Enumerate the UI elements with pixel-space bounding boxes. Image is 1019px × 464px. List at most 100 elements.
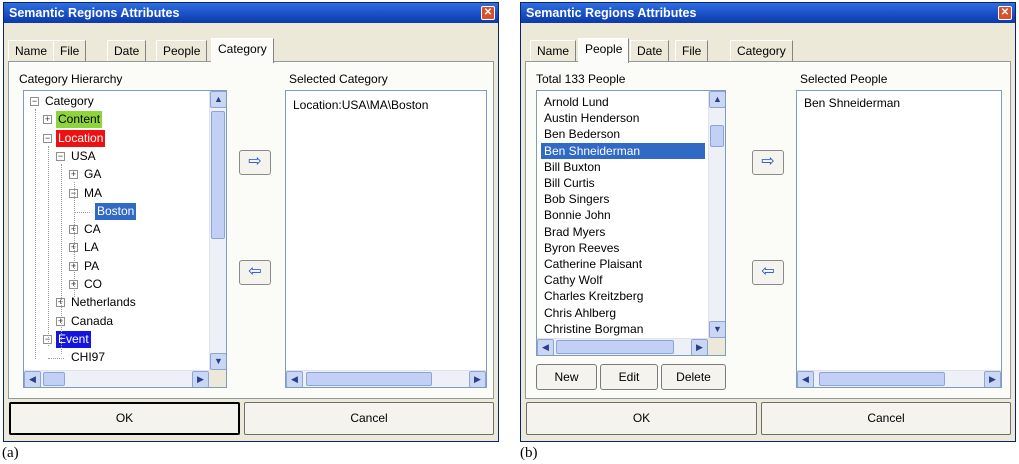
scroll-left-icon[interactable]: ◀ [24, 371, 41, 387]
scroll-left-icon[interactable]: ◀ [797, 371, 814, 387]
expand-icon[interactable]: + [69, 170, 78, 180]
scroll-right-icon[interactable]: ▶ [691, 339, 708, 355]
ok-button[interactable]: OK [9, 402, 240, 435]
tree-node[interactable]: − Event [24, 330, 209, 348]
person-list-item[interactable]: Chris Ahlberg [541, 305, 619, 321]
remove-category-button[interactable]: ⇦ [239, 260, 271, 285]
tab-people[interactable]: People [156, 40, 208, 62]
tab-name[interactable]: Name [530, 40, 577, 62]
tree-horizontal-scrollbar[interactable]: ◀ ▶ [24, 370, 209, 387]
people-vertical-scrollbar[interactable]: ▲ ▼ [708, 91, 725, 338]
tab-name[interactable]: Name [8, 40, 55, 62]
scroll-thumb[interactable] [43, 372, 65, 386]
person-list-item[interactable]: Ben Shneiderman [541, 142, 705, 159]
people-dialog: Semantic Regions Attributes ✕ Name Peopl… [520, 2, 1016, 442]
tab-people[interactable]: People [578, 38, 630, 63]
scroll-left-icon[interactable]: ◀ [537, 339, 554, 355]
ok-button[interactable]: OK [526, 402, 757, 435]
tree-vertical-scrollbar[interactable]: ▲ ▼ [209, 91, 226, 370]
people-horizontal-scrollbar[interactable]: ◀ ▶ [537, 338, 708, 355]
tab-file[interactable]: File [53, 40, 87, 62]
person-list-item[interactable]: Cathy Wolf [541, 272, 605, 288]
collapse-icon[interactable]: − [30, 97, 39, 106]
person-list-item[interactable]: Christine Borgman [541, 321, 646, 337]
person-list-item[interactable]: Brad Myers [541, 224, 608, 240]
tree-node[interactable]: + Netherlands [24, 294, 209, 311]
tree-node[interactable]: − MA [24, 185, 209, 202]
remove-person-button[interactable]: ⇦ [752, 260, 784, 285]
tab-date[interactable]: Date [630, 40, 670, 62]
selected-people-list[interactable]: Ben Shneiderman ◀ ▶ [796, 90, 1002, 388]
scroll-up-icon[interactable]: ▲ [709, 91, 725, 108]
tab-date[interactable]: Date [107, 40, 147, 62]
cancel-button[interactable]: Cancel [244, 402, 494, 435]
tree-node[interactable]: + GA [24, 166, 209, 183]
person-list-item[interactable]: Bill Buxton [541, 159, 604, 175]
scroll-thumb[interactable] [710, 125, 724, 147]
scroll-left-icon[interactable]: ◀ [286, 371, 303, 387]
tab-file[interactable]: File [675, 40, 709, 62]
tree-node[interactable]: + Content [24, 111, 209, 129]
tree-node-label: Boston [95, 202, 137, 220]
tree-node-label: Category [45, 94, 94, 108]
new-person-button[interactable]: New [536, 364, 597, 390]
selected-category-list[interactable]: Location:USA\MA\Boston ◀ ▶ [285, 90, 487, 388]
tree-node[interactable]: Boston [24, 202, 209, 220]
list-item[interactable]: Ben Shneiderman [801, 95, 903, 111]
person-list-item[interactable]: Catherine Plaisant [541, 256, 645, 272]
tree-node-label: CO [84, 277, 102, 291]
tree-node[interactable]: + CA [24, 221, 209, 238]
collapse-icon[interactable]: − [43, 133, 52, 143]
edit-person-button[interactable]: Edit [600, 364, 658, 390]
person-list-item[interactable]: Bonnie John [541, 207, 614, 223]
tree-connector [48, 358, 64, 360]
selected-horizontal-scrollbar[interactable]: ◀ ▶ [797, 370, 1001, 387]
tree-node[interactable]: − Location [24, 129, 209, 147]
dialog-title: Semantic Regions Attributes [9, 6, 180, 20]
person-list-item[interactable]: Ben Bederson [541, 126, 623, 142]
scroll-right-icon[interactable]: ▶ [469, 371, 486, 387]
scroll-down-icon[interactable]: ▼ [709, 321, 725, 338]
category-tree[interactable]: − Category + Content − Location − USA + GA − MA Bost… [23, 90, 227, 388]
scroll-thumb[interactable] [819, 372, 945, 386]
scroll-thumb[interactable] [556, 340, 674, 354]
tree-node[interactable]: CHI97 [24, 349, 209, 366]
expand-icon[interactable]: + [43, 115, 52, 125]
person-list-item[interactable]: Charles Kreitzberg [541, 288, 646, 304]
selected-horizontal-scrollbar[interactable]: ◀ ▶ [286, 370, 486, 387]
tree-node[interactable]: + LA [24, 239, 209, 256]
tree-node[interactable]: − Category [24, 93, 209, 110]
scroll-thumb[interactable] [211, 111, 225, 239]
tree-node[interactable]: + Canada [24, 313, 209, 330]
collapse-icon[interactable]: − [56, 151, 65, 161]
add-person-button[interactable]: ⇨ [752, 150, 784, 175]
selected-category-label: Selected Category [289, 72, 388, 86]
person-list-item[interactable]: Byron Reeves [541, 240, 622, 256]
scroll-right-icon[interactable]: ▶ [192, 371, 209, 387]
tree-connector [74, 211, 90, 213]
dialog-title: Semantic Regions Attributes [526, 6, 697, 20]
tab-category[interactable]: Category [211, 38, 274, 63]
person-list-item[interactable]: Bill Curtis [541, 175, 598, 191]
close-icon[interactable]: ✕ [998, 6, 1012, 20]
list-item[interactable]: Location:USA\MA\Boston [290, 97, 431, 113]
person-list-item[interactable]: Arnold Lund [541, 94, 612, 110]
category-dialog: Semantic Regions Attributes ✕ Name File … [3, 2, 499, 442]
scroll-corner [209, 370, 226, 387]
scroll-down-icon[interactable]: ▼ [210, 353, 226, 370]
scroll-up-icon[interactable]: ▲ [210, 91, 226, 108]
close-icon[interactable]: ✕ [481, 6, 495, 20]
add-category-button[interactable]: ⇨ [239, 150, 271, 175]
scroll-right-icon[interactable]: ▶ [984, 371, 1001, 387]
people-list[interactable]: Arnold Lund Austin Henderson Ben Bederson B… [536, 90, 726, 356]
person-list-item[interactable]: Bob Singers [541, 191, 612, 207]
delete-person-button[interactable]: Delete [661, 364, 726, 390]
cancel-button[interactable]: Cancel [761, 402, 1011, 435]
person-list-item[interactable]: Austin Henderson [541, 110, 642, 126]
tree-node[interactable]: + PA [24, 258, 209, 275]
people-tab-pane: Total 133 People Selected People Arnold … [525, 61, 1011, 399]
tree-node[interactable]: + CO [24, 276, 209, 293]
tab-category[interactable]: Category [730, 40, 793, 62]
scroll-thumb[interactable] [306, 372, 432, 386]
tree-node[interactable]: − USA [24, 148, 209, 165]
